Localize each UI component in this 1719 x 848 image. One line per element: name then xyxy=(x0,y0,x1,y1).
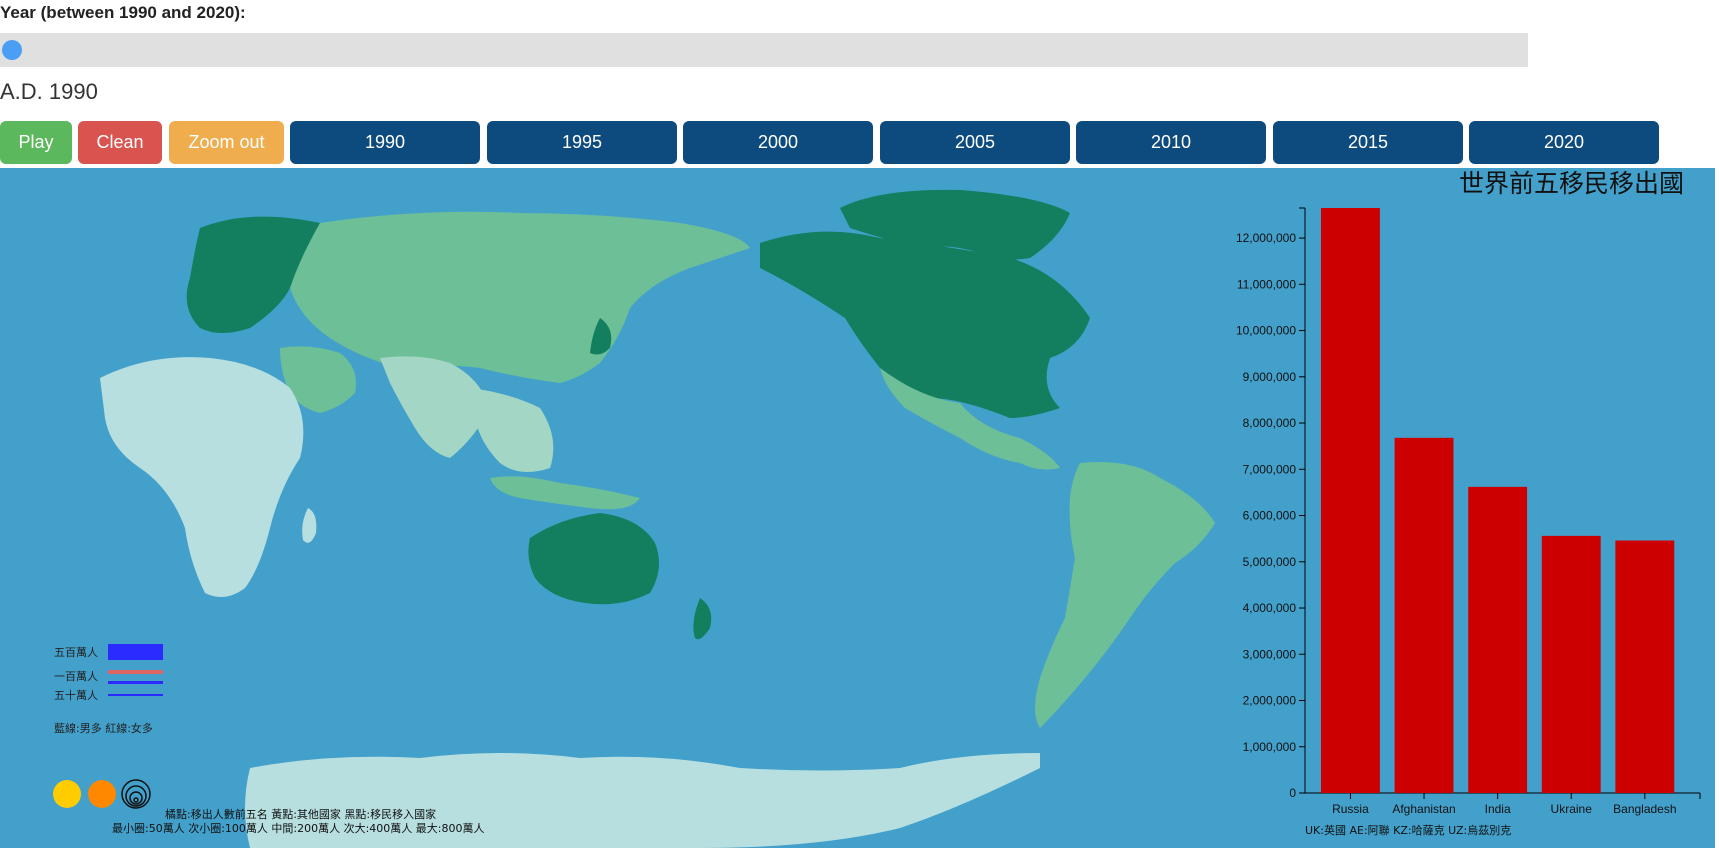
year-button-2020[interactable]: 2020 xyxy=(1469,121,1659,164)
legend-line-color-note: 藍線:男多 紅線:女多 xyxy=(54,721,153,735)
legend-1m-label: 一百萬人 xyxy=(54,670,98,683)
legend-5m-label: 五百萬人 xyxy=(54,646,98,659)
bar-russia[interactable] xyxy=(1321,208,1380,793)
north-america-shape[interactable] xyxy=(760,231,1090,418)
chart-title: 世界前五移民移出國 xyxy=(1459,169,1684,198)
legend-circle-note: 最小圈:50萬人 次小圈:100萬人 中間:200萬人 次大:400萬人 最大:… xyxy=(112,821,485,835)
bar-chart: 世界前五移民移出國 0 1,000,000 2,000,000 3,000,000 4,0… xyxy=(1236,169,1701,837)
x-tick-label: Russia xyxy=(1332,802,1369,816)
x-tick-label: Bangladesh xyxy=(1613,802,1676,816)
play-button[interactable]: Play xyxy=(0,121,72,164)
legend-500k-label: 五十萬人 xyxy=(54,688,98,702)
year-slider-thumb[interactable] xyxy=(2,40,22,60)
y-tick-label: 12,000,000 xyxy=(1236,231,1296,245)
bar-ukraine[interactable] xyxy=(1541,535,1601,793)
y-tick-label: 2,000,000 xyxy=(1243,694,1297,708)
year-button-1990[interactable]: 1990 xyxy=(290,121,480,164)
southeast-asia-shape[interactable] xyxy=(470,388,554,472)
y-tick-label: 8,000,000 xyxy=(1243,416,1297,430)
world-map-panel[interactable]: 五百萬人 一百萬人 五十萬人 藍線:男多 紅線:女多 橘點:移出人數前五名 黃點… xyxy=(0,168,1715,848)
africa-shape[interactable] xyxy=(100,357,304,597)
x-tick-label: India xyxy=(1485,802,1511,816)
asia-shape[interactable] xyxy=(290,211,750,383)
legend-1m-blue-line xyxy=(108,681,163,684)
y-tick-label: 6,000,000 xyxy=(1243,509,1297,523)
madagascar-shape[interactable] xyxy=(302,508,317,543)
y-tick-label: 10,000,000 xyxy=(1236,324,1296,338)
year-button-1995[interactable]: 1995 xyxy=(487,121,677,164)
year-prompt: Year (between 1990 and 2020): xyxy=(0,3,246,22)
y-tick-label: 0 xyxy=(1289,786,1296,800)
indonesia-shape[interactable] xyxy=(490,476,640,510)
legend-yellow-dot-icon xyxy=(53,780,81,808)
year-display: A.D. 1990 xyxy=(0,79,98,104)
zoom-out-button[interactable]: Zoom out xyxy=(169,121,284,164)
south-america-shape[interactable] xyxy=(1035,462,1215,728)
year-button-2015[interactable]: 2015 xyxy=(1273,121,1463,164)
year-button-2000[interactable]: 2000 xyxy=(683,121,873,164)
legend-1m-red-line xyxy=(108,670,163,674)
year-slider-track[interactable] xyxy=(0,33,1528,67)
legend-5m-line xyxy=(108,644,163,660)
bar-india[interactable] xyxy=(1468,486,1528,793)
y-tick-label: 9,000,000 xyxy=(1243,370,1297,384)
y-tick-label: 4,000,000 xyxy=(1243,601,1297,615)
new-zealand-shape[interactable] xyxy=(693,598,712,640)
year-button-2010[interactable]: 2010 xyxy=(1076,121,1266,164)
chart-footnote: UK:英國 AE:阿聯 KZ:哈薩克 UZ:烏茲別克 xyxy=(1305,823,1511,837)
world-map[interactable]: 五百萬人 一百萬人 五十萬人 藍線:男多 紅線:女多 橘點:移出人數前五名 黃點… xyxy=(0,168,1715,848)
bar-bangladesh[interactable] xyxy=(1615,540,1675,793)
bar-afghanistan[interactable] xyxy=(1394,437,1454,793)
y-tick-label: 7,000,000 xyxy=(1243,462,1297,476)
y-tick-label: 11,000,000 xyxy=(1237,277,1296,291)
clean-button[interactable]: Clean xyxy=(78,121,162,164)
x-tick-label: Ukraine xyxy=(1551,802,1593,816)
legend-concentric-circles-icon xyxy=(121,779,151,809)
legend-500k-line xyxy=(108,694,163,696)
legend-dot-note: 橘點:移出人數前五名 黃點:其他國家 黑點:移民移入國家 xyxy=(165,807,436,821)
year-button-2005[interactable]: 2005 xyxy=(880,121,1070,164)
legend-orange-dot-icon xyxy=(88,780,116,808)
y-tick-label: 1,000,000 xyxy=(1243,740,1297,754)
y-tick-label: 3,000,000 xyxy=(1243,647,1297,661)
australia-shape[interactable] xyxy=(528,513,659,605)
x-tick-label: Afghanistan xyxy=(1392,802,1455,816)
y-tick-label: 5,000,000 xyxy=(1243,555,1297,569)
